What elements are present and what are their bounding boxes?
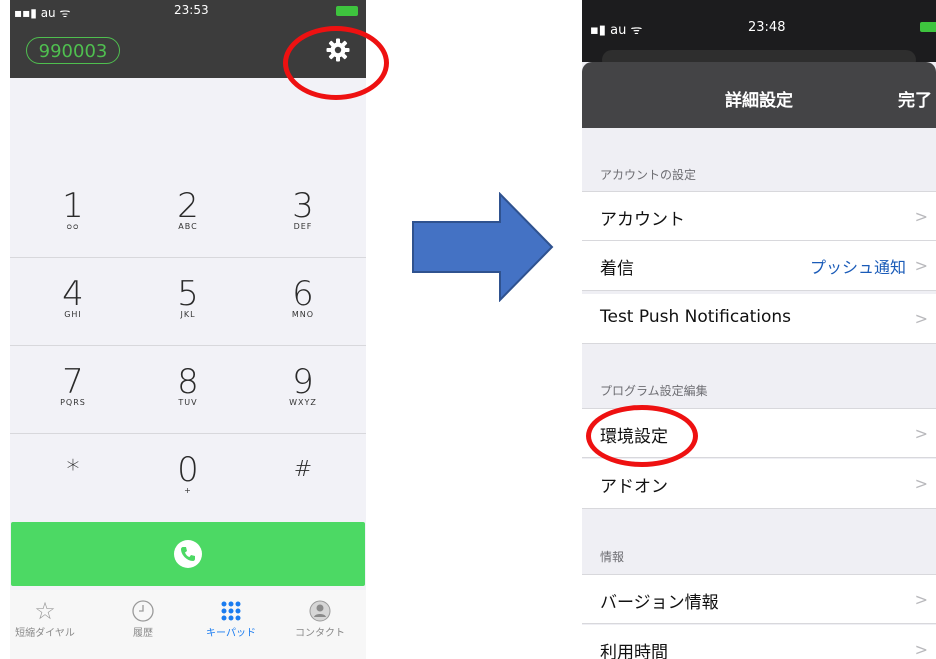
row-value: プッシュ通知 [809,258,906,277]
carrier-label: ▪▪▮ au ᯤ [14,6,71,20]
key-3[interactable]: 3 DEF [263,188,343,231]
row-usage-time[interactable]: 利用時間 > [582,625,936,659]
section-header: アカウントの設定 [600,168,697,182]
clock-time: 23:48 [748,20,786,35]
tab-label: 履歴 [133,628,153,639]
wifi-icon: ᯤ [59,6,71,20]
chevron-right-icon: > [914,256,928,275]
done-button[interactable]: 完了 [898,86,932,111]
chevron-right-icon: > [914,309,928,328]
chevron-right-icon: > [914,474,928,493]
key-8[interactable]: 8 TUV [148,364,228,407]
key-7[interactable]: 7 PQRS [33,364,113,407]
battery-icon [336,6,358,16]
row-incoming[interactable]: 着信 プッシュ通知 > [582,241,936,291]
star-icon: ☆ [34,597,56,625]
row-account[interactable]: アカウント > [582,191,936,241]
battery-icon [920,22,936,32]
key-1[interactable]: 1 ᴑᴑ [33,188,113,231]
voicemail-icon: ᴑᴑ [66,222,80,231]
highlight-circle [586,405,698,467]
chevron-right-icon: > [914,590,928,609]
row-label: 着信 [600,259,634,279]
nav-bar: 詳細設定 完了 [582,62,936,128]
key-0[interactable]: 0 + [148,452,228,495]
key-9[interactable]: 9 WXYZ [263,364,343,407]
tab-history[interactable]: 履歴 [103,598,183,639]
account-number-button[interactable]: 990003 [26,37,120,64]
row-label: アドオン [600,477,668,497]
contact-icon [280,598,360,624]
key-5[interactable]: 5 JKL [148,276,228,319]
keypad-screen: ▪▪▮ au ᯤ 23:53 990003 1 ᴑᴑ 2 ABC 3 DEF 4… [10,0,366,659]
dial-keypad: 1 ᴑᴑ 2 ABC 3 DEF 4 GHI 5 JKL 6 MNO 7 PQRS 8 TUV … [10,170,366,521]
tab-label: コンタクト [295,628,345,639]
highlight-circle [283,26,389,100]
section-header: 情報 [600,550,625,564]
row-label: 利用時間 [600,643,668,659]
clock-time: 23:53 [174,3,209,17]
phone-icon [174,540,202,568]
tab-keypad[interactable]: キーパッド [191,598,271,639]
row-label: アカウント [600,210,685,230]
tab-bar: ☆ 短縮ダイヤル 履歴 キーパッド コンタクト [10,590,366,659]
tab-contacts[interactable]: コンタクト [280,598,360,639]
page-title: 詳細設定 [725,91,793,111]
row-label: バージョン情報 [600,593,719,613]
tab-label: 短縮ダイヤル [15,628,75,639]
key-hash[interactable]: # [263,452,343,488]
chevron-right-icon: > [914,640,928,659]
tab-label: キーパッド [206,628,256,639]
settings-screen: ▪▮ au ᯤ 23:48 詳細設定 完了 アカウントの設定 アカウント > 着… [582,0,936,659]
tab-speed-dial[interactable]: ☆ 短縮ダイヤル [10,597,85,639]
key-4[interactable]: 4 GHI [33,276,113,319]
key-star[interactable]: * [33,452,113,488]
keypad-icon [191,598,271,624]
wifi-icon: ᯤ [630,23,643,38]
status-bar: ▪▪▮ au ᯤ 23:53 [10,0,366,22]
chevron-right-icon: > [914,424,928,443]
chevron-right-icon: > [914,207,928,226]
call-button[interactable] [11,522,365,586]
clock-icon [103,598,183,624]
row-test-push[interactable]: Test Push Notifications > [582,294,936,344]
row-version[interactable]: バージョン情報 > [582,574,936,624]
row-label: Test Push Notifications [600,307,792,327]
key-6[interactable]: 6 MNO [263,276,343,319]
section-header: プログラム設定編集 [600,384,708,398]
carrier-label: ▪▮ au ᯤ [590,23,643,38]
key-2[interactable]: 2 ABC [148,188,228,231]
arrow-icon [412,192,554,302]
